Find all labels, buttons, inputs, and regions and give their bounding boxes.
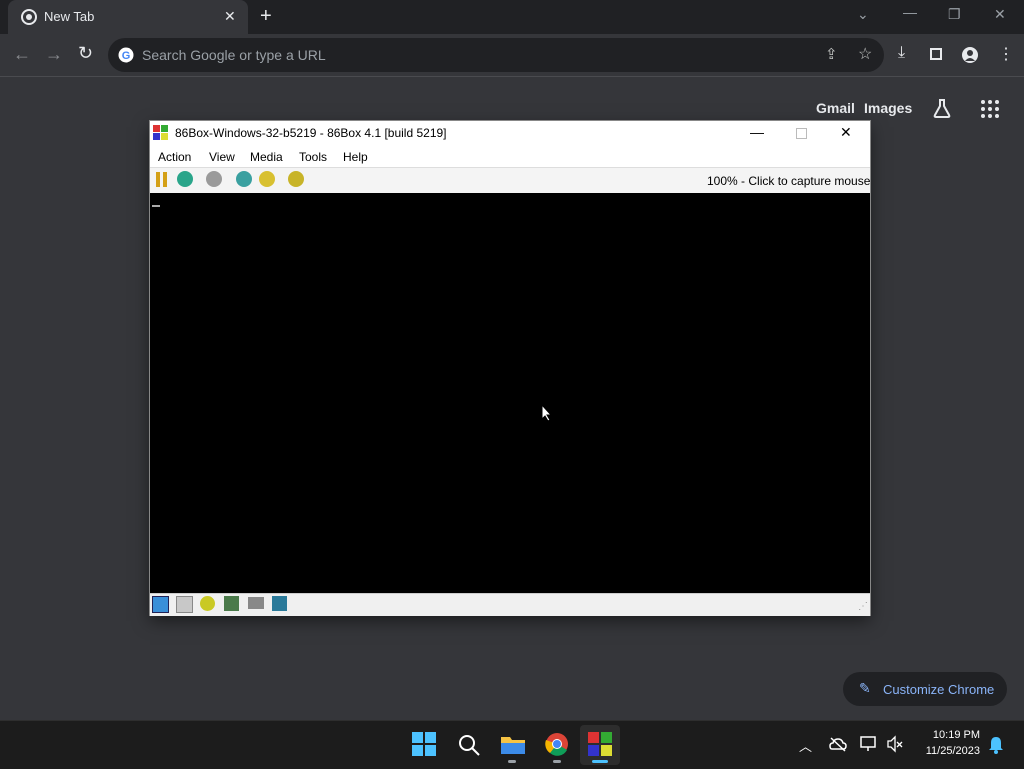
notification-bell-icon[interactable] <box>988 736 1004 754</box>
google-g-icon: G <box>118 47 134 63</box>
86box-taskbar-icon <box>588 732 612 756</box>
menu-kebab-icon[interactable]: ⋮ <box>998 44 1014 64</box>
text-cursor <box>152 205 160 207</box>
explorer-running-indicator <box>508 760 516 763</box>
cdrom-icon[interactable] <box>200 596 215 611</box>
customize-chrome-label: Customize Chrome <box>883 682 995 697</box>
settings-icon[interactable] <box>288 171 304 187</box>
power-icon[interactable] <box>206 171 222 187</box>
floppy2-icon[interactable] <box>176 596 193 613</box>
menu-media[interactable]: Media <box>250 150 283 164</box>
svg-text:G: G <box>122 50 131 62</box>
search-icon[interactable] <box>457 733 481 757</box>
side-panel-icon[interactable] <box>930 48 942 60</box>
menu-view[interactable]: View <box>209 150 235 164</box>
window-title: 86Box-Windows-32-b5219 - 86Box 4.1 [buil… <box>175 126 447 140</box>
apps-grid-icon[interactable] <box>980 99 1000 119</box>
restore-icon[interactable]: ❐ <box>948 6 961 23</box>
resize-grip-icon[interactable]: ⋰ <box>858 601 868 612</box>
show-hidden-icons-chevron[interactable]: ︿ <box>799 736 812 755</box>
windows-start-icon[interactable] <box>412 732 436 756</box>
ctrl-alt-del-icon[interactable] <box>236 171 252 187</box>
emulated-screen[interactable] <box>150 193 870 593</box>
vm-close-icon[interactable]: ✕ <box>840 124 852 141</box>
back-icon[interactable]: ← <box>13 44 31 65</box>
gmail-link[interactable]: Gmail <box>816 100 855 116</box>
bookmark-star-icon[interactable]: ☆ <box>858 44 872 64</box>
capture-status-text: 100% - Click to capture mouse <box>707 174 871 188</box>
reset-icon[interactable] <box>177 171 193 187</box>
volume-muted-icon[interactable] <box>886 735 904 753</box>
vm-minimize-icon[interactable]: — <box>750 124 764 140</box>
hdd-icon[interactable] <box>224 596 239 611</box>
profile-icon[interactable] <box>961 46 979 64</box>
download-icon[interactable]: ⤓ <box>898 44 905 62</box>
minimize-icon[interactable]: — <box>903 4 917 20</box>
network-icon[interactable] <box>248 597 264 609</box>
chrome-running-indicator <box>553 760 561 763</box>
network-status-icon[interactable] <box>860 735 878 753</box>
tab-close-icon[interactable]: ✕ <box>224 8 236 24</box>
chrome-tab-icon <box>21 9 37 25</box>
menu-tools[interactable]: Tools <box>299 150 327 164</box>
pencil-icon: ✎ <box>859 680 871 696</box>
86box-active-indicator <box>592 760 608 763</box>
pause-icon[interactable] <box>156 172 160 187</box>
sound-icon[interactable] <box>272 596 287 611</box>
omnibox-placeholder: Search Google or type a URL <box>142 47 326 63</box>
reload-icon[interactable]: ↻ <box>78 43 93 64</box>
menu-action[interactable]: Action <box>158 150 191 164</box>
menu-help[interactable]: Help <box>343 150 368 164</box>
pause-icon-bar <box>163 172 167 187</box>
vm-maximize-icon <box>796 128 807 139</box>
ctrl-alt-esc-icon[interactable] <box>259 171 275 187</box>
floppy-icon[interactable] <box>152 596 169 613</box>
onedrive-icon[interactable] <box>829 736 847 752</box>
images-link[interactable]: Images <box>864 100 912 116</box>
file-explorer-icon[interactable] <box>500 733 526 755</box>
clock-date[interactable]: 11/25/2023 <box>912 745 980 757</box>
chrome-taskbar-icon[interactable] <box>545 732 569 756</box>
tab-title: New Tab <box>44 9 95 24</box>
mouse-pointer-icon <box>541 404 553 422</box>
labs-flask-icon[interactable] <box>931 97 953 119</box>
forward-icon[interactable]: → <box>45 44 63 65</box>
share-icon[interactable]: ⇪ <box>825 45 838 63</box>
new-tab-button[interactable]: + <box>260 5 272 27</box>
close-window-icon[interactable]: ✕ <box>994 6 1006 23</box>
tab-search-icon[interactable]: ⌄ <box>857 6 869 23</box>
clock-time[interactable]: 10:19 PM <box>912 729 980 741</box>
86box-app-icon <box>153 125 168 140</box>
